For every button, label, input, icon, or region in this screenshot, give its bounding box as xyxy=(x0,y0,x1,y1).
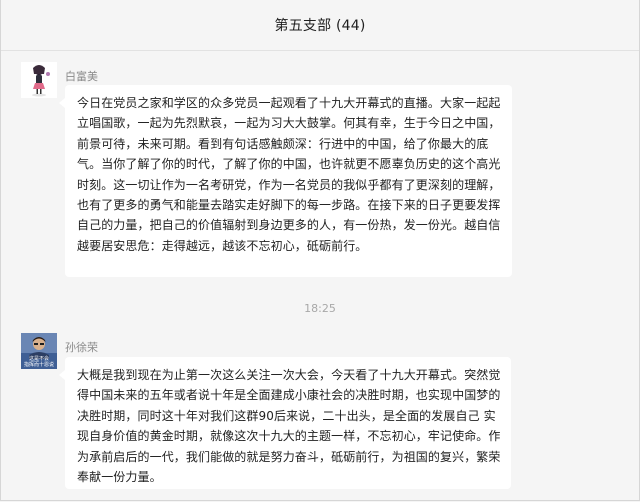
message-text: 今日在党员之家和学区的众多党员一起观看了十九大开幕式的直播。大家一起起立唱国歌，… xyxy=(77,96,501,253)
sender-name: 孙徐荣 xyxy=(65,341,98,354)
avatar[interactable] xyxy=(21,62,57,98)
message-bubble[interactable]: 大概是我到现在为止第一次这么关注一次大会，今天看了十九大开幕式。突然觉得中国未来… xyxy=(59,357,511,489)
message-text: 大概是我到现在为止第一次这么关注一次大会，今天看了十九大开幕式。突然觉得中国未来… xyxy=(77,368,501,485)
avatar[interactable]: 这是不会 指挥而十恩说 xyxy=(21,333,57,369)
avatar-caption: 这是不会 指挥而十恩说 xyxy=(23,356,54,368)
message-bubble[interactable]: 今日在党员之家和学区的众多党员一起观看了十九大开幕式的直播。大家一起起立唱国歌，… xyxy=(59,85,512,277)
chat-title[interactable]: 第五支部 (44) xyxy=(275,15,366,35)
timestamp: 18:25 xyxy=(304,302,336,315)
chat-header: 第五支部 (44) xyxy=(1,0,639,51)
chat-window: 第五支部 (44) 白富美 今日在党员之家和学区的众多党员一起观看了十九大开幕式… xyxy=(0,0,640,501)
sender-name: 白富美 xyxy=(65,70,98,83)
